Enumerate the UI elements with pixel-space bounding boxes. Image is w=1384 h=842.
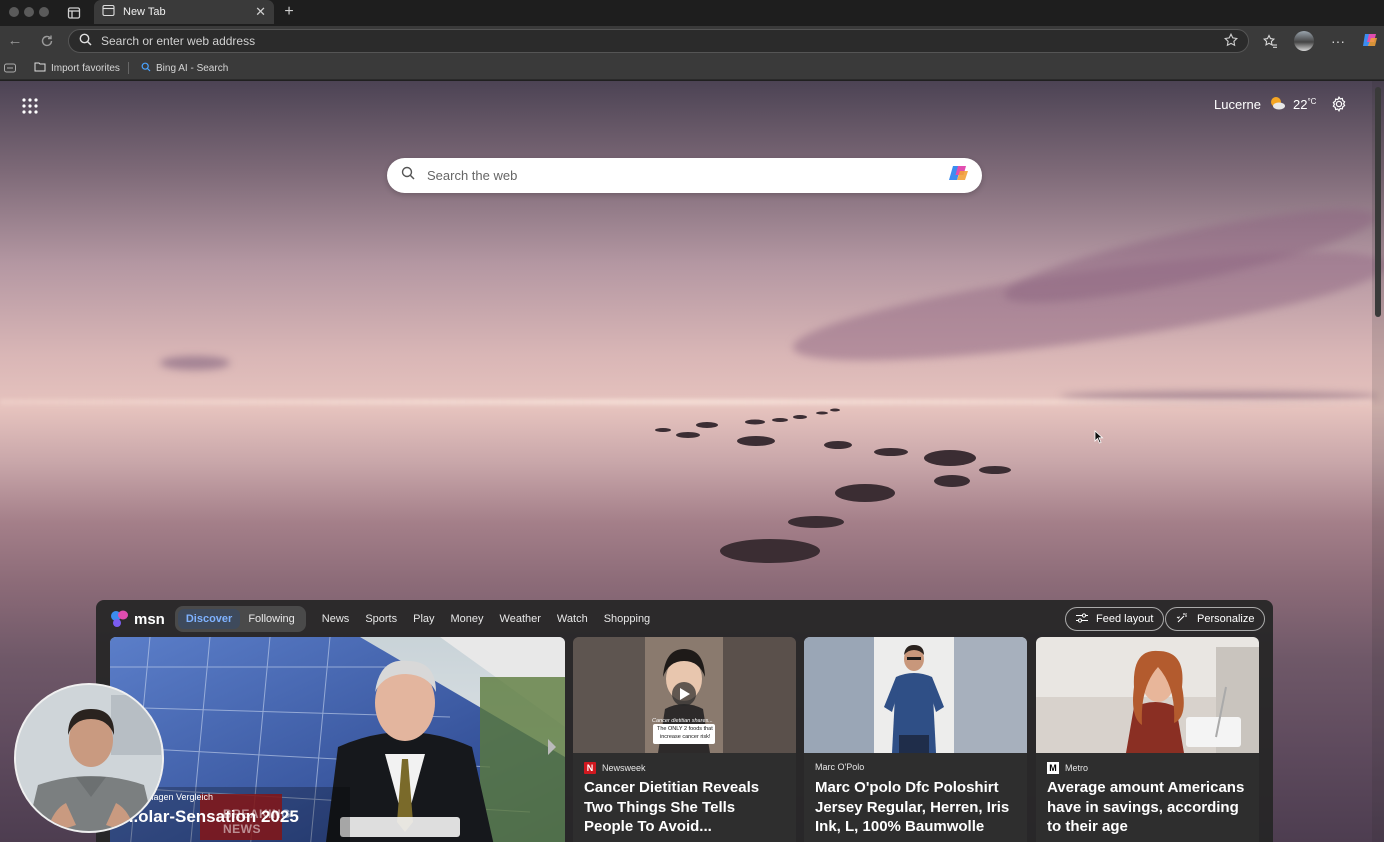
card-headline: Marc O'polo Dfc Poloshirt Jersey Regular… [815,779,1010,835]
msn-butterfly-icon [111,610,128,627]
sliders-icon [1076,612,1088,626]
import-favorites-label: Import favorites [51,62,120,74]
video-caption-2: The ONLY 2 foods that [657,726,713,732]
card-source-label: Marc O'Polo [815,762,865,772]
tab-following[interactable]: Following [240,609,302,629]
hero-story-card[interactable]: BREAKING NEWS ...lagen Vergleich ...olar… [110,637,565,842]
favorites-divider [128,62,129,74]
tab-sports[interactable]: Sports [357,613,405,625]
back-arrow-icon[interactable]: ← [6,32,24,50]
bing-ai-search-link[interactable]: Bing AI - Search [141,60,228,76]
tab-title: New Tab [123,6,166,18]
tab-money[interactable]: Money [443,613,492,625]
personalize-label: Personalize [1197,613,1255,625]
webcam-overlay [14,683,164,833]
folder-import-icon [34,61,46,75]
address-bar[interactable]: Search or enter web address [68,29,1249,53]
title-bar: New Tab ✕ + [0,0,1384,26]
search-icon [401,166,415,185]
minimize-window-button[interactable] [24,7,34,17]
bing-ai-search-label: Bing AI - Search [156,62,229,74]
video-caption-3: increase cancer risk! [660,734,711,740]
new-tab-plus-icon[interactable]: + [280,2,298,22]
weather-widget[interactable]: Lucerne 22°C [1214,95,1316,114]
close-tab-icon[interactable]: ✕ [255,4,266,20]
personalize-button[interactable]: Personalize [1165,607,1266,631]
tab-new-tab[interactable]: New Tab ✕ [94,0,274,24]
card-source: Marc O'Polo [815,762,864,772]
tab-watch[interactable]: Watch [549,613,596,625]
tab-shopping[interactable]: Shopping [596,613,659,625]
partly-sunny-icon [1268,95,1286,114]
favorites-icon[interactable] [1261,32,1279,50]
more-options-icon[interactable]: ··· [1329,32,1347,50]
hero-headline: ...olar-Sensation 2025 [124,807,299,826]
profile-avatar[interactable] [1294,31,1314,51]
search-icon [79,33,92,49]
card-headline: Average amount Americans have in savings… [1047,779,1245,835]
web-search-input[interactable] [427,168,936,183]
card-headline: Cancer Dietitian Reveals Two Things She … [584,779,760,835]
news-card[interactable]: Cancer dietitian shares... The ONLY 2 fo… [573,637,796,842]
tab-actions-icon[interactable] [66,5,82,21]
feed-mode-switch: Discover Following [174,606,306,632]
maximize-window-button[interactable] [39,7,49,17]
mouse-cursor-icon [1094,430,1104,444]
msn-logo[interactable]: msn [110,610,165,628]
newsweek-logo-icon: N [584,762,596,774]
copilot-icon[interactable] [948,162,970,189]
sidebar-toggle-icon[interactable] [4,60,16,76]
presenter-webcam-image [16,685,162,831]
msn-brand-label: msn [134,610,165,628]
news-card[interactable]: Marc O'Polo Marc O'polo Dfc Poloshirt Je… [804,637,1027,842]
news-card[interactable]: M Metro Average amount Americans have in… [1036,637,1259,842]
page-settings-gear-icon[interactable] [1330,96,1348,114]
msn-feed: msn Discover Following News Sports Play … [96,600,1273,842]
scrollbar-thumb[interactable] [1375,87,1381,317]
new-tab-page: Lucerne 22°C msn Discover Following [0,81,1384,842]
search-icon [141,62,151,75]
card-source-label: Metro [1065,763,1089,773]
copilot-icon[interactable] [1360,31,1380,51]
refresh-icon[interactable] [38,32,56,50]
woman-with-laptop-image [1036,637,1259,753]
page-scrollbar[interactable] [1372,81,1384,842]
tab-news[interactable]: News [314,613,358,625]
personalize-sparkle-icon [1176,612,1189,627]
poloshirt-product-image [804,637,1027,753]
browser-toolbar: ← Search or enter web address ··· [0,26,1384,56]
tab-discover[interactable]: Discover [177,609,241,629]
star-favorite-icon[interactable] [1224,32,1238,50]
metro-logo-icon: M [1047,762,1059,774]
import-favorites-link[interactable]: Import favorites [34,60,120,76]
apps-grid-icon[interactable] [22,98,38,114]
close-window-button[interactable] [9,7,19,17]
favorites-bar: Import favorites Bing AI - Search [0,56,1384,80]
card-source: N Newsweek [584,762,646,774]
weather-city: Lucerne [1214,97,1261,112]
card-source: M Metro [1047,762,1088,774]
new-tab-page-icon [102,4,115,20]
feed-layout-button[interactable]: Feed layout [1065,607,1165,631]
card-source-label: Newsweek [602,763,646,773]
tab-play[interactable]: Play [405,613,442,625]
weather-unit: °C [1307,97,1317,106]
web-search-box[interactable] [387,158,982,193]
address-placeholder: Search or enter web address [101,34,256,48]
weather-temperature: 22 [1292,97,1308,112]
video-caption-1: Cancer dietitian shares... [652,718,713,724]
feed-layout-label: Feed layout [1096,613,1154,625]
tab-weather[interactable]: Weather [492,613,549,625]
